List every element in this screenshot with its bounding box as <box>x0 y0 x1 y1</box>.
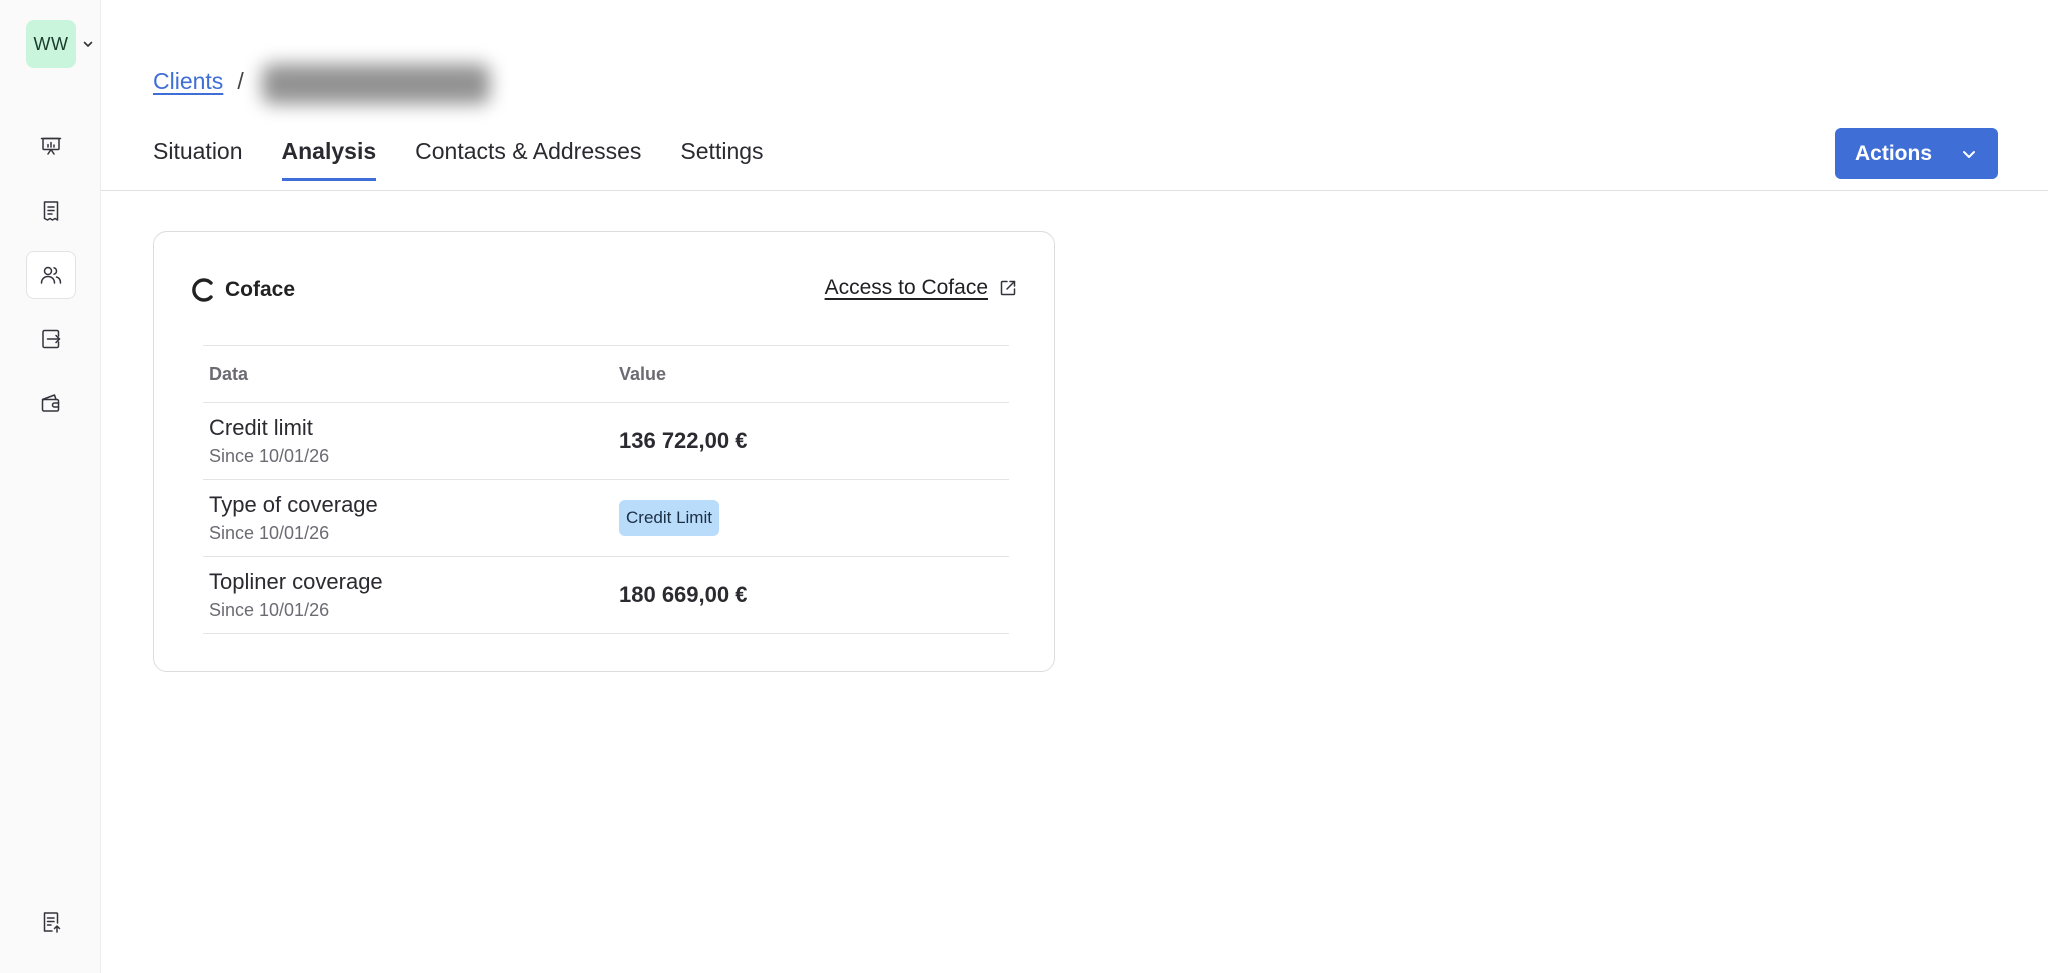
row-label: Credit limit <box>209 415 313 440</box>
row-value-cell: 136 722,00 € <box>613 402 1009 480</box>
presentation-icon <box>40 137 62 155</box>
row-since: Since 10/01/26 <box>209 523 330 543</box>
sidebar-item-wallet[interactable] <box>26 379 76 427</box>
sidebar-item-receipt[interactable] <box>26 187 76 235</box>
coface-logo-icon <box>192 278 213 302</box>
coface-title: Coface <box>225 278 296 301</box>
access-coface-link-label: Access to Coface <box>824 276 988 299</box>
chevron-down-icon <box>82 38 94 50</box>
row-since: Since 10/01/26 <box>209 600 330 620</box>
column-header-data: Data <box>203 345 613 403</box>
tab-bar: Situation Analysis Contacts & Addresses … <box>153 138 803 181</box>
breadcrumb: Clients / <box>153 58 490 104</box>
tab-analysis[interactable]: Analysis <box>281 138 377 181</box>
redacted-client-name <box>261 64 490 104</box>
breadcrumb-separator: / <box>237 67 244 94</box>
row-value-cell: Credit Limit <box>613 479 1009 557</box>
row-label-cell: Type of coverage Since 10/01/26 <box>203 479 613 557</box>
tab-settings[interactable]: Settings <box>680 138 763 181</box>
coface-data-table: Data Value Credit limit Since 10/01/26 1… <box>203 345 1009 634</box>
receipt-icon <box>43 201 59 221</box>
column-header-value: Value <box>613 345 1009 403</box>
credit-limit-value: 136 722,00 € <box>619 428 748 453</box>
sidebar-item-presentation[interactable] <box>26 122 76 170</box>
sidebar: WW <box>0 0 101 973</box>
tab-situation[interactable]: Situation <box>153 138 243 181</box>
external-link-icon <box>1000 280 1016 296</box>
table-row: Type of coverage Since 10/01/26 Credit L… <box>203 479 1009 557</box>
row-label: Topliner coverage <box>209 569 383 594</box>
sidebar-item-clients[interactable] <box>26 251 76 299</box>
access-coface-link[interactable]: Access to Coface <box>825 276 1018 300</box>
row-label-cell: Credit limit Since 10/01/26 <box>203 402 613 480</box>
actions-button-label: Actions <box>1855 141 1933 165</box>
workspace-avatar: WW <box>26 20 76 68</box>
row-since: Since 10/01/26 <box>209 446 330 466</box>
topliner-coverage-value: 180 669,00 € <box>619 582 748 607</box>
chevron-down-icon <box>1963 150 1975 158</box>
workspace-switcher[interactable]: WW <box>26 20 94 68</box>
row-label-cell: Topliner coverage Since 10/01/26 <box>203 556 613 634</box>
table-row: Topliner coverage Since 10/01/26 180 669… <box>203 556 1009 634</box>
sidebar-item-document-upload[interactable] <box>26 898 76 946</box>
tab-divider <box>101 190 2048 191</box>
coface-card: Coface Access to Coface Data Value Credi… <box>153 231 1055 672</box>
tab-contacts-addresses[interactable]: Contacts & Addresses <box>415 138 641 181</box>
actions-button[interactable]: Actions <box>1835 128 1998 179</box>
users-icon <box>40 266 62 284</box>
wallet-icon <box>41 394 60 412</box>
main-content: Clients / Situation Analysis Contacts & … <box>101 0 2048 973</box>
sidebar-item-export[interactable] <box>26 315 76 363</box>
table-row: Credit limit Since 10/01/26 136 722,00 € <box>203 402 1009 480</box>
coface-brand: Coface <box>190 277 295 303</box>
row-value-cell: 180 669,00 € <box>613 556 1009 634</box>
document-upload-icon <box>43 912 61 933</box>
row-label: Type of coverage <box>209 492 378 517</box>
coverage-type-badge: Credit Limit <box>619 500 719 536</box>
breadcrumb-link-clients[interactable]: Clients <box>153 68 223 95</box>
table-header-row: Data Value <box>203 345 1009 403</box>
export-icon <box>42 329 61 349</box>
